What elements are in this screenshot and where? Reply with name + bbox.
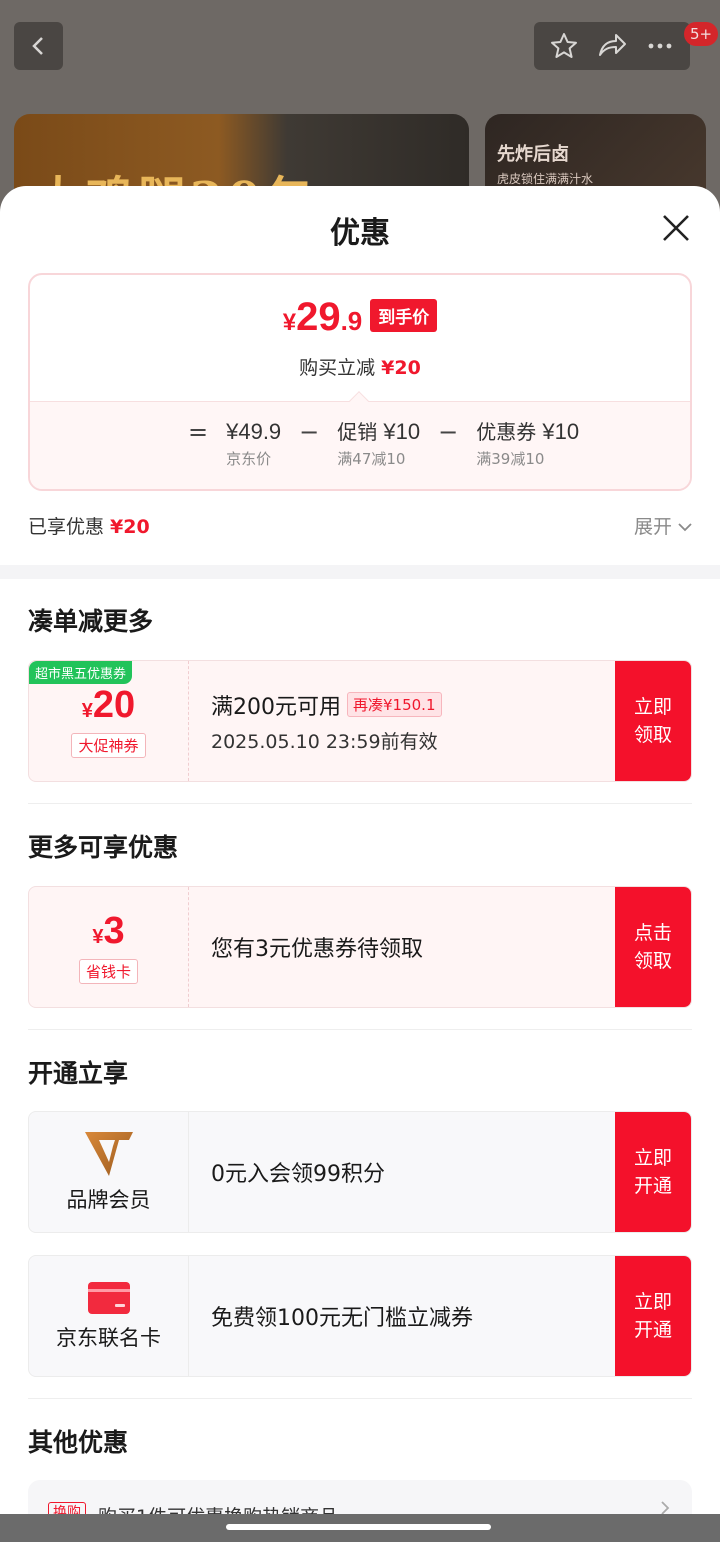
coupon-validity: 2025.05.10 23:59前有效 — [211, 730, 438, 753]
jd-price-label: 京东价 — [226, 450, 272, 468]
minus-sign: − — [299, 418, 320, 446]
home-indicator[interactable] — [226, 1524, 491, 1530]
promo-label: 促销 — [337, 420, 378, 444]
saver-pill: 省钱卡 — [78, 959, 138, 984]
reduce-summary: 购买立减 ¥20 — [30, 353, 690, 380]
credit-card-icon — [87, 1282, 130, 1314]
section-title-other: 其他优惠 — [28, 1428, 129, 1457]
jd-card-offer: 京东联名卡 免费领100元无门槛立减券 立即 开通 — [28, 1255, 692, 1377]
brand-member-label: 品牌会员 — [66, 1188, 151, 1212]
coupon-item: 优惠券 ¥10 满39减10 — [476, 418, 579, 469]
star-icon[interactable] — [549, 31, 579, 61]
section-gap — [0, 565, 720, 579]
final-price-value: ¥29.9 — [282, 295, 363, 339]
message-badge: 5+ — [684, 22, 719, 46]
coupon-condition: 满200元可用 — [211, 694, 341, 720]
enjoyed-label: 已享优惠 — [28, 516, 105, 538]
final-price-tag: 到手价 — [370, 299, 438, 332]
price-breakdown: ¥29.9 到手价 购买立减 ¥20 = ¥49.9 京东价 − 促销 ¥10 满… — [28, 273, 692, 491]
section-title-open: 开通立享 — [28, 1059, 129, 1088]
coupon-details: 满200元可用 再凑¥150.1 2025.05.10 23:59前有效 — [211, 661, 615, 781]
coupon-type-pill: 大促神券 — [71, 733, 146, 758]
sheet-title: 优惠 — [330, 216, 390, 251]
claim-saver-button[interactable]: 点击 领取 — [615, 887, 691, 1007]
open-jd-card-button[interactable]: 立即 开通 — [615, 1256, 691, 1376]
claim-coupon-button[interactable]: 立即 领取 — [615, 661, 691, 781]
enjoyed-amount: ¥20 — [110, 516, 150, 538]
chevron-down-icon — [678, 522, 692, 531]
top-action-group — [534, 22, 690, 70]
brand-member-details: 0元入会领99积分 — [211, 1112, 615, 1232]
final-price-area: ¥29.9 到手价 购买立减 ¥20 — [30, 275, 690, 401]
jd-card-text: 免费领100元无门槛立减券 — [211, 1306, 473, 1331]
more-icon[interactable] — [645, 31, 675, 61]
expand-label: 展开 — [633, 516, 672, 538]
combine-more-tag: 再凑¥150.1 — [347, 692, 442, 717]
section-title-more: 更多可享优惠 — [28, 833, 179, 862]
promo-value: ¥10 — [383, 419, 421, 444]
minus-sign: − — [438, 418, 459, 446]
chevron-left-icon — [31, 37, 43, 55]
divider — [28, 803, 692, 804]
section-title-combine: 凑单减更多 — [28, 607, 154, 636]
divider — [28, 1398, 692, 1399]
brand-member-logo-icon — [84, 1132, 133, 1176]
coupon-rule: 满39减10 — [476, 450, 545, 468]
coupon-label: 优惠券 — [476, 420, 537, 444]
jd-card-area: 京东联名卡 — [29, 1256, 189, 1376]
calc-row: = ¥49.9 京东价 − 促销 ¥10 满47减10 − 优惠券 ¥10 满3… — [170, 418, 579, 469]
open-member-button[interactable]: 立即 开通 — [615, 1112, 691, 1232]
enjoyed-discount: 已享优惠 ¥20 — [28, 512, 150, 539]
coupon-amount: ¥20 — [81, 684, 136, 726]
saver-text: 您有3元优惠券待领取 — [211, 937, 423, 962]
jd-price-item: ¥49.9 京东价 — [226, 418, 281, 469]
saver-amount-area: ¥3 省钱卡 — [29, 887, 189, 1007]
close-icon[interactable] — [658, 210, 694, 246]
brand-member-area: 品牌会员 — [29, 1112, 189, 1232]
brand-member-text: 0元入会领99积分 — [211, 1162, 385, 1187]
share-icon[interactable] — [596, 31, 628, 61]
jd-card-label: 京东联名卡 — [56, 1326, 161, 1350]
promo-rule: 满47减10 — [337, 450, 406, 468]
jd-price: ¥49.9 — [226, 419, 282, 444]
saver-amount: ¥3 — [92, 910, 125, 952]
back-button[interactable] — [14, 22, 63, 70]
banner-title: 先炸后卤 — [497, 144, 569, 165]
combine-coupon-card: ¥20 大促神券 超市黑五优惠券 满200元可用 再凑¥150.1 2025.05… — [28, 660, 692, 782]
divider — [28, 1029, 692, 1030]
promo-item: 促销 ¥10 满47减10 — [337, 418, 420, 469]
banner-subtitle: 虎皮锁住满满汁水 — [497, 172, 594, 186]
saver-details: 您有3元优惠券待领取 — [211, 887, 615, 1007]
price-calculation: = ¥49.9 京东价 − 促销 ¥10 满47减10 − 优惠券 ¥10 满3… — [30, 391, 690, 489]
brand-member-card: 品牌会员 0元入会领99积分 立即 开通 — [28, 1111, 692, 1233]
expand-button[interactable]: 展开 — [634, 512, 692, 539]
discount-sheet: 优惠 ¥29.9 到手价 购买立减¥20 = ¥49.9 京东价 − 促销 ¥ — [0, 186, 720, 1542]
reduce-amount: ¥20 — [381, 357, 421, 379]
coupon-ribbon: 超市黑五优惠券 — [29, 661, 133, 684]
final-price: ¥29.9 到手价 — [30, 295, 690, 340]
jd-card-details: 免费领100元无门槛立减券 — [211, 1256, 615, 1376]
coupon-value: ¥10 — [542, 419, 580, 444]
home-indicator-bar — [0, 1514, 720, 1542]
saver-card-coupon: ¥3 省钱卡 您有3元优惠券待领取 点击 领取 — [28, 886, 692, 1008]
equals-sign: = — [188, 418, 209, 446]
reduce-label: 购买立减 — [299, 357, 376, 379]
